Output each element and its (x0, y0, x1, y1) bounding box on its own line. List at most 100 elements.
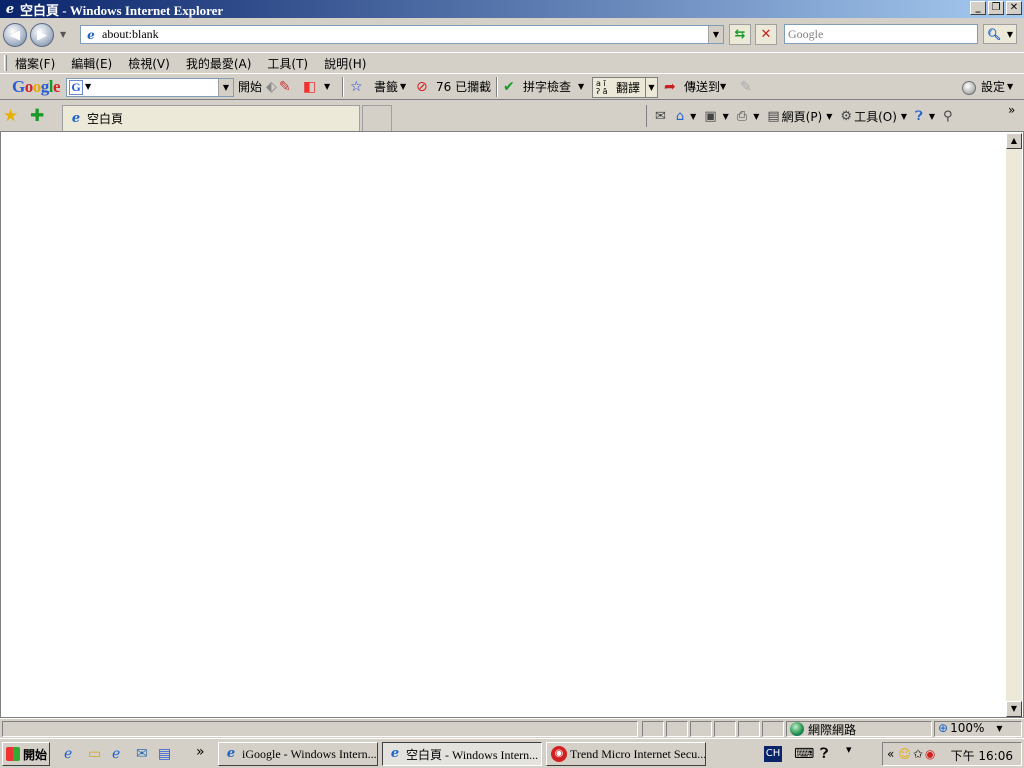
menu-help[interactable]: 說明(H) (324, 55, 366, 72)
minimize-button[interactable]: _ (970, 1, 986, 15)
help-dropdown-icon[interactable]: ▼ (929, 112, 935, 121)
popup-blocker-icon[interactable]: ◧ (303, 78, 316, 96)
taskbar-item-blank-page[interactable]: e 空白頁 - Windows Intern... (382, 742, 542, 766)
quicklaunch-word-icon[interactable]: ▤ (158, 746, 171, 762)
print-button[interactable]: ⎙ ▼ (737, 109, 760, 124)
research-button[interactable]: ⚲ (943, 109, 955, 124)
home-dropdown-icon[interactable]: ▼ (690, 112, 696, 121)
stop-button[interactable]: ✕ (755, 24, 777, 45)
quicklaunch-browser-icon[interactable]: ℯ (112, 746, 120, 762)
status-text-panel (2, 721, 638, 737)
quicklaunch-folder-icon[interactable]: ▭ (88, 746, 101, 762)
vertical-scrollbar[interactable]: ▲ ▼ (1006, 133, 1022, 717)
popup-dropdown-icon[interactable]: ▼ (324, 78, 330, 96)
search-input[interactable]: Google (784, 24, 978, 44)
taskbar-item-igoogle[interactable]: e iGoogle - Windows Intern... (218, 742, 378, 766)
translate-dropdown-icon[interactable]: ▼ (645, 78, 657, 97)
clock[interactable]: 下午 16:06 (951, 747, 1013, 764)
settings-button[interactable]: 設定 (981, 78, 1005, 96)
address-dropdown-icon[interactable]: ▼ (708, 26, 723, 43)
page-menu-button[interactable]: ▤ 網頁(P) ▼ (767, 108, 832, 125)
menu-view[interactable]: 檢視(V) (128, 55, 170, 72)
zoom-level: 100% (950, 721, 985, 735)
toolbar-overflow-chevron-icon[interactable]: » (1008, 103, 1015, 117)
address-row: ◀ ▶ ▼ e about:blank ▼ ⇆ ✕ Google 🔍︎ ▼ (0, 18, 1024, 52)
scroll-down-button[interactable]: ▼ (1006, 701, 1022, 717)
status-panel (714, 721, 736, 737)
taskbar: 開始 ℯ ▭ ℯ ✉ ▤ » e iGoogle - Windows Inter… (0, 738, 1024, 768)
bookmarks-button[interactable]: 書籤 (374, 78, 398, 96)
send-to-button[interactable]: 傳送到 (684, 78, 720, 96)
feeds-button[interactable]: ▣ ▼ (704, 109, 728, 124)
help-button[interactable]: ❓︎ ▼ (915, 109, 935, 124)
recent-pages-dropdown[interactable]: ▼ (60, 30, 66, 39)
blocked-popups-count[interactable]: 76 已攔截 (436, 78, 491, 96)
tab-blank-page[interactable]: e 空白頁 (62, 105, 360, 131)
mail-icon: ✉ (655, 108, 666, 124)
highlighter-icon[interactable]: ✎ (740, 78, 752, 96)
send-to-dropdown-icon[interactable]: ▼ (720, 78, 726, 96)
tools-dropdown-icon[interactable]: ▼ (901, 112, 907, 121)
back-button[interactable]: ◀ (3, 23, 27, 47)
start-label: 開始 (23, 747, 48, 762)
print-dropdown-icon[interactable]: ▼ (753, 112, 759, 121)
add-favorite-icon[interactable]: ✚ (30, 106, 44, 126)
start-button[interactable]: 開始 (2, 742, 50, 766)
toolbar-divider-arrows-icon: ⬖ (266, 79, 277, 95)
feeds-icon-button[interactable]: ✉ (655, 109, 668, 124)
settings-icon (962, 81, 976, 95)
language-indicator[interactable]: CH (764, 746, 782, 762)
forward-button[interactable]: ▶ (30, 23, 54, 47)
quicklaunch-overflow-chevron-icon[interactable]: » (196, 744, 205, 760)
tray-expand-chevron-icon[interactable]: « (887, 747, 894, 761)
scroll-up-button[interactable]: ▲ (1006, 133, 1022, 149)
google-search-input[interactable]: G ▼ ▼ (66, 78, 234, 97)
translate-button[interactable]: a īʔ ā 翻譯 ▼ (592, 77, 658, 98)
page-content[interactable]: ▲ ▼ (0, 131, 1024, 718)
security-zone[interactable]: 網際網路 (790, 721, 856, 737)
tray-star-icon[interactable]: ✩ (913, 747, 923, 761)
tools-menu-button[interactable]: ⚙ 工具(O) ▼ (840, 108, 907, 125)
quicklaunch-outlook-icon[interactable]: ✉ (136, 746, 148, 762)
pagerank-icon[interactable]: ✎ (279, 78, 291, 96)
google-search-type-dropdown-icon[interactable]: ▼ (85, 82, 91, 91)
menu-favorites[interactable]: 我的最愛(A) (186, 55, 252, 72)
bookmarks-star-icon[interactable]: ☆ (350, 78, 363, 96)
search-button[interactable]: 🔍︎ ▼ (983, 24, 1017, 44)
refresh-button[interactable]: ⇆ (729, 24, 751, 45)
page-dropdown-icon[interactable]: ▼ (826, 112, 832, 121)
rss-icon: ▣ (704, 108, 717, 124)
maximize-button[interactable]: ❐ (988, 1, 1004, 15)
bookmarks-dropdown-icon[interactable]: ▼ (400, 78, 406, 96)
google-logo[interactable]: Google (12, 77, 61, 97)
google-go-button[interactable]: 開始 (238, 78, 262, 96)
google-search-history-dropdown-icon[interactable]: ▼ (218, 79, 233, 96)
favorites-star-icon[interactable]: ★ (3, 106, 18, 126)
close-button[interactable]: ✕ (1006, 1, 1022, 15)
tray-emoticon-icon[interactable]: ☺ (898, 747, 911, 761)
search-options-dropdown-icon[interactable]: ▼ (1007, 30, 1013, 39)
menu-edit[interactable]: 編輯(E) (71, 55, 112, 72)
google-g-icon[interactable]: G (69, 80, 83, 95)
address-url[interactable]: about:blank (102, 27, 159, 42)
spellcheck-button[interactable]: 拼字檢查 (523, 78, 571, 96)
quicklaunch-ie-icon[interactable]: ℯ (64, 746, 72, 762)
spellcheck-dropdown-icon[interactable]: ▼ (578, 78, 584, 96)
window-title-bar: e 空白頁 - Windows Internet Explorer _ ❐ ✕ (0, 0, 1024, 18)
ime-icon[interactable]: ⌨ (794, 746, 814, 762)
ime-help-icon[interactable]: ❓︎ (820, 746, 828, 762)
new-tab-button[interactable] (362, 105, 392, 131)
settings-dropdown-icon[interactable]: ▼ (1007, 78, 1013, 96)
address-bar[interactable]: e about:blank ▼ (80, 25, 724, 44)
status-panel (642, 721, 664, 737)
zoom-control[interactable]: ⊕ 100% ▼ (938, 721, 1003, 735)
zoom-dropdown-icon[interactable]: ▼ (996, 724, 1002, 733)
taskbar-item-trend-micro[interactable]: ◉ Trend Micro Internet Secu... (546, 742, 706, 766)
home-button[interactable]: ⌂ ▼ (676, 109, 696, 124)
tray-trend-micro-icon[interactable]: ◉ (925, 747, 935, 761)
ime-options-icon[interactable]: ▾ (846, 743, 852, 756)
menu-file[interactable]: 檔案(F) (15, 55, 55, 72)
feeds-dropdown-icon[interactable]: ▼ (723, 112, 729, 121)
menu-tools[interactable]: 工具(T) (267, 55, 308, 72)
toolbar-grip[interactable] (4, 55, 7, 71)
